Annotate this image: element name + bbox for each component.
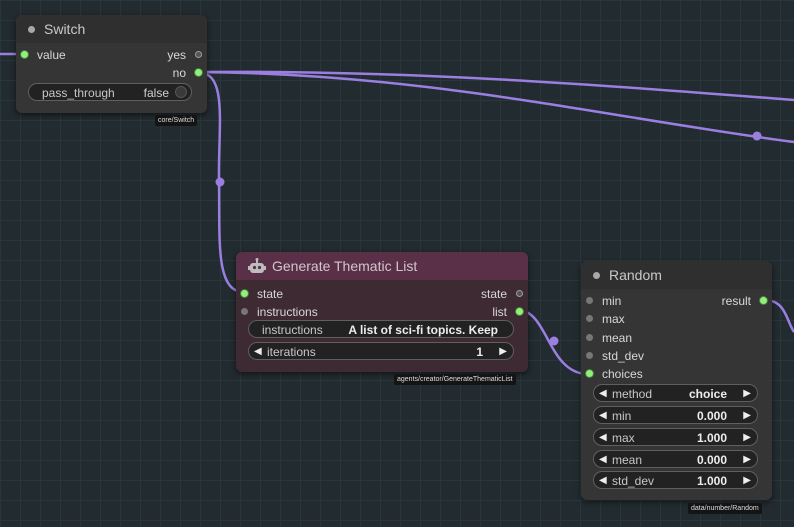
wire-midpoint-handle[interactable] xyxy=(549,336,559,346)
slot-unconnected-icon[interactable] xyxy=(516,290,523,297)
decrement-arrow-icon[interactable]: ◀ xyxy=(599,451,607,469)
output-slot-yes[interactable]: yes xyxy=(167,48,202,62)
pass-through-toggle[interactable]: pass_through false xyxy=(28,83,192,101)
slot-connected-icon[interactable] xyxy=(21,51,28,58)
min-number-widget[interactable]: ◀ min 0.000 ▶ xyxy=(593,406,758,424)
input-slot-choices[interactable]: choices xyxy=(586,367,643,381)
thematic-node-title-bar[interactable]: Generate Thematic List xyxy=(236,252,528,280)
widget-label: mean xyxy=(612,453,643,467)
wire-no-to-right-lower[interactable] xyxy=(199,70,794,144)
toggle-knob-icon[interactable] xyxy=(175,86,187,98)
input-slot-state[interactable]: state xyxy=(241,287,283,301)
robot-icon xyxy=(248,258,266,274)
slot-unconnected-icon[interactable] xyxy=(586,315,593,322)
widget-value: A list of sci-fi topics. Keep xyxy=(348,323,498,337)
output-slot-no[interactable]: no xyxy=(173,66,202,80)
widget-value: 0.000 xyxy=(696,453,727,467)
widget-label: max xyxy=(612,431,635,445)
slot-connected-icon[interactable] xyxy=(760,297,767,304)
iterations-number-widget[interactable]: ◀ iterations 1 ▶ xyxy=(248,342,514,360)
input-slot-mean[interactable]: mean xyxy=(586,331,632,345)
input-slot-instructions[interactable]: instructions xyxy=(241,305,318,319)
node-type-tag: agents/creator/GenerateThematicList xyxy=(394,374,516,385)
widget-value: choice xyxy=(688,387,727,401)
output-slot-state[interactable]: state xyxy=(481,287,523,301)
slot-connected-icon[interactable] xyxy=(516,308,523,315)
max-number-widget[interactable]: ◀ max 1.000 ▶ xyxy=(593,428,758,446)
widget-label: pass_through xyxy=(42,86,115,100)
node-title: Random xyxy=(609,267,662,283)
wire-midpoint-handle[interactable] xyxy=(215,177,225,187)
widget-value: 1.000 xyxy=(696,474,727,488)
std-dev-number-widget[interactable]: ◀ std_dev 1.000 ▶ xyxy=(593,471,758,489)
slot-connected-icon[interactable] xyxy=(586,370,593,377)
node-title: Generate Thematic List xyxy=(272,258,418,274)
instructions-text-widget[interactable]: instructions A list of sci-fi topics. Ke… xyxy=(248,320,514,338)
mean-number-widget[interactable]: ◀ mean 0.000 ▶ xyxy=(593,450,758,468)
slot-connected-icon[interactable] xyxy=(195,69,202,76)
node-type-tag: data/number/Random xyxy=(688,503,762,514)
switch-node[interactable]: Switch value yes no pass_through false xyxy=(16,15,207,113)
decrement-arrow-icon[interactable]: ◀ xyxy=(599,429,607,447)
node-title: Switch xyxy=(44,21,86,37)
collapse-dot-icon[interactable] xyxy=(593,271,600,279)
widget-value: 1 xyxy=(476,345,483,359)
decrement-arrow-icon[interactable]: ◀ xyxy=(599,472,607,490)
increment-arrow-icon[interactable]: ▶ xyxy=(499,343,507,361)
increment-arrow-icon[interactable]: ▶ xyxy=(743,429,751,447)
widget-label: std_dev xyxy=(612,474,655,488)
slot-unconnected-icon[interactable] xyxy=(586,334,593,341)
widget-label: method xyxy=(612,387,653,401)
slot-unconnected-icon[interactable] xyxy=(195,51,202,58)
increment-arrow-icon[interactable]: ▶ xyxy=(743,472,751,490)
decrement-arrow-icon[interactable]: ◀ xyxy=(599,407,607,425)
decrement-arrow-icon[interactable]: ◀ xyxy=(254,343,262,361)
generate-thematic-list-node[interactable]: Generate Thematic List state instruction… xyxy=(236,252,528,372)
increment-arrow-icon[interactable]: ▶ xyxy=(743,407,751,425)
widget-label: instructions xyxy=(262,323,323,337)
increment-arrow-icon[interactable]: ▶ xyxy=(743,451,751,469)
output-slot-list[interactable]: list xyxy=(492,305,523,319)
method-combo-widget[interactable]: ◀ method choice ▶ xyxy=(593,384,758,402)
output-slot-result[interactable]: result xyxy=(722,294,767,308)
collapse-dot-icon[interactable] xyxy=(28,25,35,33)
slot-unconnected-icon[interactable] xyxy=(586,352,593,359)
widget-value: 0.000 xyxy=(696,409,727,423)
wire-midpoint-handle[interactable] xyxy=(752,131,762,141)
input-slot-std-dev[interactable]: std_dev xyxy=(586,349,644,363)
node-type-tag: core/Switch xyxy=(155,115,198,126)
prev-option-arrow-icon[interactable]: ◀ xyxy=(599,385,607,403)
input-slot-min[interactable]: min xyxy=(586,294,621,308)
input-slot-max[interactable]: max xyxy=(586,312,625,326)
input-slot-value[interactable]: value xyxy=(21,48,66,62)
slot-unconnected-icon[interactable] xyxy=(586,297,593,304)
widget-label: iterations xyxy=(267,345,316,359)
random-node-title-bar[interactable]: Random xyxy=(581,261,772,289)
switch-node-title-bar[interactable]: Switch xyxy=(16,15,207,43)
widget-label: min xyxy=(612,409,632,423)
next-option-arrow-icon[interactable]: ▶ xyxy=(743,385,751,403)
widget-value: 1.000 xyxy=(696,431,727,445)
slot-unconnected-icon[interactable] xyxy=(241,308,248,315)
random-node[interactable]: Random min max mean std_dev choices resu… xyxy=(581,261,772,500)
slot-connected-icon[interactable] xyxy=(241,290,248,297)
widget-value: false xyxy=(143,86,169,100)
